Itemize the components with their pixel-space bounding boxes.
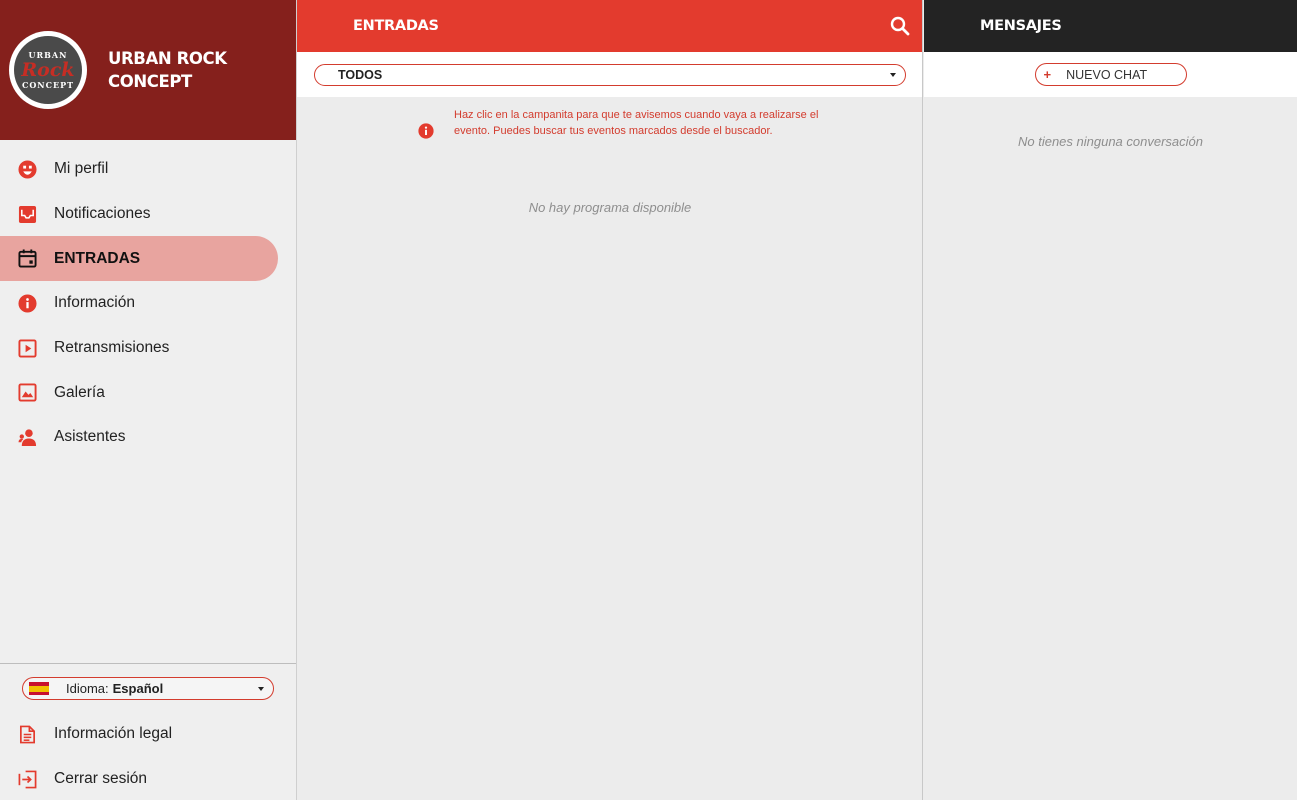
face-icon xyxy=(17,159,37,179)
logout-icon xyxy=(17,769,37,789)
info-icon xyxy=(17,293,37,313)
plus-icon: + xyxy=(1043,67,1052,82)
language-label: Idioma: xyxy=(66,681,109,696)
logo-text-bottom: CONCEPT xyxy=(21,80,75,90)
document-icon xyxy=(17,724,37,744)
sidebar-item-mi-perfil[interactable]: Mi perfil xyxy=(0,147,278,192)
sidebar-item-logout[interactable]: Cerrar sesión xyxy=(0,757,296,800)
sidebar-item-label: Asistentes xyxy=(54,428,126,446)
play-icon xyxy=(17,338,37,358)
sidebar-footer: Idioma: Español Información legal Cerrar… xyxy=(0,663,296,800)
entradas-panel: ENTRADAS TODOS Haz clic en la campanita … xyxy=(297,0,923,800)
image-icon xyxy=(17,383,37,403)
sidebar-item-entradas[interactable]: ENTRADAS xyxy=(0,236,278,282)
calendar-icon xyxy=(17,249,37,269)
brand-header: URBAN Rock CONCEPT URBAN ROCK CONCEPT xyxy=(0,0,296,140)
spain-flag-icon xyxy=(29,682,49,695)
messages-title: MENSAJES xyxy=(980,18,1062,34)
messages-header: MENSAJES xyxy=(924,0,1297,52)
chevron-down-icon xyxy=(890,72,896,77)
sidebar-nav: Mi perfil Notificaciones ENTRADAS Inform… xyxy=(0,140,296,460)
language-select[interactable]: Idioma: Español xyxy=(22,677,274,700)
search-icon[interactable] xyxy=(890,16,910,36)
messages-panel: MENSAJES + NUEVO CHAT No tienes ninguna … xyxy=(924,0,1297,800)
sidebar-item-asistentes[interactable]: Asistentes xyxy=(0,415,278,460)
sidebar-item-retransmisiones[interactable]: Retransmisiones xyxy=(0,326,278,371)
people-icon xyxy=(17,427,37,447)
inbox-icon xyxy=(17,204,37,224)
brand-name: URBAN ROCK CONCEPT xyxy=(108,47,227,93)
filter-bar: TODOS xyxy=(297,52,922,97)
language-value: Español xyxy=(112,681,164,696)
logo-text-mid: Rock xyxy=(21,59,75,81)
filter-select[interactable]: TODOS xyxy=(314,63,906,86)
info-icon xyxy=(418,123,434,139)
empty-state: No hay programa disponible xyxy=(528,200,692,215)
sidebar-item-legal[interactable]: Información legal xyxy=(0,712,296,757)
brand-name-line2: CONCEPT xyxy=(108,72,192,91)
sidebar-item-label: Mi perfil xyxy=(54,160,109,178)
brand-logo[interactable]: URBAN Rock CONCEPT xyxy=(9,31,87,109)
sidebar-item-label: Galería xyxy=(54,383,105,401)
sidebar-item-label: Información xyxy=(54,294,135,312)
sidebar-item-label: Información legal xyxy=(54,725,173,743)
sidebar-item-label: Retransmisiones xyxy=(54,339,170,357)
sidebar-item-informacion[interactable]: Información xyxy=(0,281,278,326)
brand-name-line1: URBAN ROCK xyxy=(108,49,227,68)
chevron-down-icon xyxy=(258,687,264,691)
sidebar-item-label: Notificaciones xyxy=(54,205,151,223)
filter-value: TODOS xyxy=(338,67,383,82)
new-chat-button[interactable]: + NUEVO CHAT xyxy=(1034,63,1187,86)
sidebar-item-notificaciones[interactable]: Notificaciones xyxy=(0,192,278,237)
empty-conversations: No tienes ninguna conversación xyxy=(1017,134,1203,149)
sidebar-item-galeria[interactable]: Galería xyxy=(0,370,278,415)
messages-toolbar: + NUEVO CHAT xyxy=(924,52,1297,97)
sidebar-item-label: ENTRADAS xyxy=(54,249,141,267)
notice-text: Haz clic en la campanita para que te avi… xyxy=(454,109,819,137)
page-title: ENTRADAS xyxy=(353,18,439,34)
sidebar: URBAN Rock CONCEPT URBAN ROCK CONCEPT Mi… xyxy=(0,0,297,800)
entradas-header: ENTRADAS xyxy=(297,0,922,52)
bell-notice: Haz clic en la campanita para que te avi… xyxy=(418,107,829,139)
new-chat-label: NUEVO CHAT xyxy=(1066,67,1148,82)
sidebar-item-label: Cerrar sesión xyxy=(54,770,148,788)
